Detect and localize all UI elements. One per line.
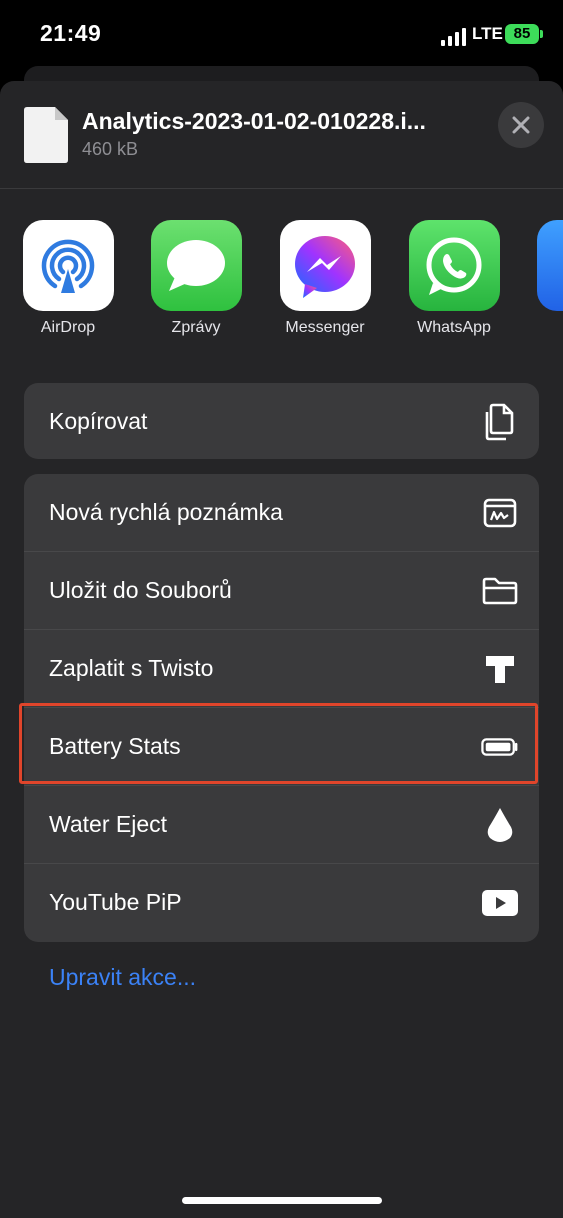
file-size: 460 kB (82, 139, 139, 159)
app-label: Zprávy (171, 319, 221, 336)
app-label: S (528, 319, 563, 337)
copy-icon (481, 403, 519, 441)
app-store-icon (536, 220, 563, 311)
file-name: Analytics-2023-01-02-010228.i... (82, 108, 426, 134)
action-battery-stats[interactable]: Battery Stats (24, 708, 539, 786)
app-partial[interactable]: S (528, 220, 563, 337)
app-label: Messenger (285, 319, 365, 336)
close-icon (512, 116, 530, 134)
quick-note-icon (481, 494, 519, 532)
home-indicator[interactable] (182, 1197, 382, 1204)
document-icon (24, 107, 68, 163)
app-airdrop[interactable]: AirDrop (14, 220, 122, 337)
action-group-copy: Kopírovat (24, 383, 539, 459)
water-drop-icon (481, 806, 519, 844)
action-label: YouTube PiP (49, 889, 182, 915)
action-twisto[interactable]: Zaplatit s Twisto (24, 630, 539, 708)
messages-icon (150, 220, 242, 311)
battery-nub (540, 30, 543, 38)
app-share-row: AirDrop Zprávy Messenger WhatsApp (0, 220, 563, 350)
app-messenger[interactable]: Messenger (271, 220, 379, 337)
messenger-icon (279, 220, 371, 311)
action-label: Water Eject (49, 811, 168, 837)
app-label: AirDrop (40, 319, 96, 336)
cellular-signal-icon (441, 28, 466, 46)
action-youtube-pip[interactable]: YouTube PiP (24, 864, 539, 942)
action-water-eject[interactable]: Water Eject (24, 786, 539, 864)
app-messages[interactable]: Zprávy (142, 220, 250, 337)
close-button[interactable] (498, 102, 544, 148)
battery-icon (481, 728, 519, 766)
app-label: WhatsApp (417, 319, 491, 336)
airdrop-icon (22, 220, 114, 311)
folder-icon (481, 572, 519, 610)
status-bar: 21:49 LTE 85 (0, 0, 563, 70)
action-save-to-files[interactable]: Uložit do Souborů (24, 552, 539, 630)
share-sheet: Analytics-2023-01-02-010228.i... 460 kB (0, 81, 563, 1218)
action-label: Nová rychlá poznámka (49, 499, 283, 525)
play-icon (481, 884, 519, 922)
action-quick-note[interactable]: Nová rychlá poznámka (24, 474, 539, 552)
action-label: Zaplatit s Twisto (49, 655, 214, 681)
status-time: 21:49 (40, 20, 102, 46)
edit-actions-link[interactable]: Upravit akce... (49, 964, 196, 991)
action-label: Kopírovat (49, 408, 148, 434)
app-whatsapp[interactable]: WhatsApp (400, 220, 508, 337)
share-header: Analytics-2023-01-02-010228.i... 460 kB (0, 81, 563, 189)
network-type: LTE (472, 24, 503, 43)
action-group-shortcuts: Nová rychlá poznámka Uložit do Souborů Z… (24, 474, 539, 942)
battery-indicator: 85 (505, 24, 539, 44)
whatsapp-icon (408, 220, 500, 311)
action-copy[interactable]: Kopírovat (24, 383, 539, 459)
action-label: Uložit do Souborů (49, 577, 232, 603)
twisto-icon (481, 650, 519, 688)
action-label: Battery Stats (49, 733, 181, 759)
